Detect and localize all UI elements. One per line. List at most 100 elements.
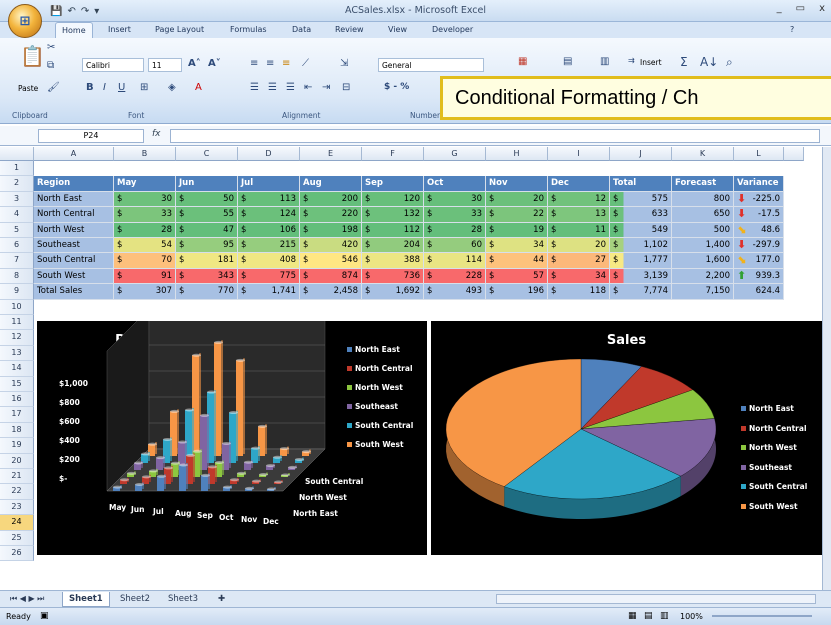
cell-styles-icon[interactable]: ▥ bbox=[600, 56, 609, 67]
increase-indent-icon[interactable]: ⇥ bbox=[322, 82, 330, 93]
total-cell[interactable]: $575 bbox=[610, 191, 672, 208]
close-button[interactable]: x bbox=[819, 3, 825, 14]
column-header[interactable]: E bbox=[300, 147, 362, 161]
column-header[interactable]: B bbox=[114, 147, 176, 161]
autosum-icon[interactable]: Σ bbox=[680, 55, 688, 69]
row-header[interactable]: 5 bbox=[0, 222, 34, 238]
column-header[interactable]: A bbox=[34, 147, 114, 161]
forecast-cell[interactable]: 500 bbox=[672, 222, 734, 238]
table-header-cell[interactable]: Sep bbox=[362, 176, 424, 192]
format-painter-icon[interactable]: 🖌 bbox=[47, 82, 60, 93]
align-left-icon[interactable]: ☰ bbox=[250, 82, 259, 93]
region-cell[interactable]: Southeast bbox=[34, 238, 114, 254]
column-header[interactable]: F bbox=[362, 147, 424, 161]
row-header[interactable]: 20 bbox=[0, 453, 34, 469]
forecast-cell[interactable]: 800 bbox=[672, 191, 734, 208]
office-button[interactable]: ⊞ bbox=[8, 4, 42, 38]
sort-filter-icon[interactable]: A↓ bbox=[700, 55, 718, 69]
horizontal-scrollbar[interactable] bbox=[496, 594, 816, 604]
data-cell[interactable]: $19 bbox=[486, 222, 548, 238]
sheet-tab-sheet2[interactable]: Sheet2 bbox=[114, 592, 156, 606]
maximize-button[interactable]: ▭ bbox=[796, 3, 805, 14]
sheet-tab-sheet3[interactable]: Sheet3 bbox=[162, 592, 204, 606]
data-cell[interactable]: $50 bbox=[176, 191, 238, 208]
table-header-cell[interactable]: Oct bbox=[424, 176, 486, 192]
table-header-cell[interactable]: Region bbox=[34, 176, 114, 192]
select-all-corner[interactable] bbox=[0, 147, 34, 161]
data-cell[interactable]: $118 bbox=[548, 284, 610, 300]
row-header[interactable]: 21 bbox=[0, 469, 34, 485]
data-cell[interactable]: $34 bbox=[486, 238, 548, 254]
data-cell[interactable]: $60 bbox=[424, 238, 486, 254]
view-page-layout-icon[interactable]: ▤ bbox=[644, 611, 653, 621]
borders-icon[interactable]: ⊞ bbox=[140, 82, 148, 93]
row-header[interactable]: 2 bbox=[0, 176, 34, 192]
data-cell[interactable]: $113 bbox=[238, 191, 300, 208]
data-cell[interactable]: $343 bbox=[176, 268, 238, 285]
data-cell[interactable]: $408 bbox=[238, 253, 300, 269]
data-cell[interactable]: $47 bbox=[176, 222, 238, 238]
row-header[interactable]: 11 bbox=[0, 315, 34, 331]
vertical-scrollbar[interactable] bbox=[822, 147, 831, 590]
data-cell[interactable]: $12 bbox=[548, 191, 610, 208]
data-cell[interactable]: $770 bbox=[176, 284, 238, 300]
zoom-level[interactable]: 100% bbox=[680, 612, 703, 621]
tab-formulas[interactable]: Formulas bbox=[230, 25, 267, 34]
font-name-select[interactable]: Calibri bbox=[82, 58, 144, 72]
name-box[interactable]: P24 bbox=[38, 129, 144, 143]
data-cell[interactable]: $70 bbox=[114, 253, 176, 269]
row-header[interactable]: 18 bbox=[0, 422, 34, 439]
variance-cell[interactable]: ⬇ -17.5 bbox=[734, 207, 784, 223]
total-cell[interactable]: $549 bbox=[610, 222, 672, 238]
data-cell[interactable]: $33 bbox=[424, 207, 486, 223]
decrease-indent-icon[interactable]: ⇤ bbox=[304, 82, 312, 93]
shrink-font-icon[interactable]: A˅ bbox=[208, 58, 221, 69]
row-header[interactable]: 26 bbox=[0, 546, 34, 562]
font-color-icon[interactable]: A bbox=[195, 82, 202, 93]
table-header-cell[interactable]: Total bbox=[610, 176, 672, 192]
performance-chart[interactable]: Performance North EastNorth CentralNorth… bbox=[37, 321, 427, 555]
row-header[interactable]: 4 bbox=[0, 207, 34, 223]
sales-pie-chart[interactable]: Sales North East North Central North West S… bbox=[431, 321, 822, 555]
row-header[interactable]: 8 bbox=[0, 268, 34, 285]
data-cell[interactable]: $124 bbox=[238, 207, 300, 223]
find-select-icon[interactable]: ⌕ bbox=[726, 55, 733, 70]
data-cell[interactable]: $22 bbox=[486, 207, 548, 223]
variance-cell[interactable]: ⬊ 177.0 bbox=[734, 253, 784, 269]
row-header[interactable]: 16 bbox=[0, 392, 34, 408]
region-cell[interactable]: South Central bbox=[34, 253, 114, 269]
tab-data[interactable]: Data bbox=[292, 25, 311, 34]
align-top-icon[interactable]: ≡ bbox=[250, 58, 258, 69]
variance-cell[interactable]: ⬇ -225.0 bbox=[734, 191, 784, 208]
view-normal-icon[interactable]: ▦ bbox=[628, 611, 637, 621]
paste-icon[interactable]: 📋 bbox=[20, 44, 45, 68]
region-cell[interactable]: North East bbox=[34, 191, 114, 208]
data-cell[interactable]: $1,741 bbox=[238, 284, 300, 300]
insert-sheet-icon[interactable]: ✚ bbox=[212, 592, 231, 606]
tab-developer[interactable]: Developer bbox=[432, 25, 473, 34]
column-header[interactable]: J bbox=[610, 147, 672, 161]
table-header-cell[interactable]: Jul bbox=[238, 176, 300, 192]
data-cell[interactable]: $54 bbox=[114, 238, 176, 254]
data-cell[interactable]: $220 bbox=[300, 207, 362, 223]
row-header[interactable]: 14 bbox=[0, 361, 34, 377]
underline-icon[interactable]: U bbox=[118, 82, 125, 93]
help-icon[interactable]: ? bbox=[790, 25, 794, 34]
row-header[interactable]: 17 bbox=[0, 407, 34, 423]
cut-icon[interactable]: ✂ bbox=[47, 42, 55, 53]
data-cell[interactable]: $33 bbox=[114, 207, 176, 223]
data-cell[interactable]: $57 bbox=[486, 268, 548, 285]
row-header[interactable]: 13 bbox=[0, 345, 34, 362]
data-cell[interactable]: $2,458 bbox=[300, 284, 362, 300]
data-cell[interactable]: $196 bbox=[486, 284, 548, 300]
column-header[interactable]: L bbox=[734, 147, 784, 161]
table-header-cell[interactable]: Variance bbox=[734, 176, 784, 192]
data-cell[interactable]: $215 bbox=[238, 238, 300, 254]
total-cell[interactable]: $3,139 bbox=[610, 268, 672, 285]
conditional-formatting-icon[interactable]: ▦ bbox=[518, 56, 527, 67]
data-cell[interactable]: $13 bbox=[548, 207, 610, 223]
insert-function-icon[interactable]: fx bbox=[152, 129, 161, 139]
row-header[interactable]: 22 bbox=[0, 484, 34, 500]
data-cell[interactable]: $204 bbox=[362, 238, 424, 254]
data-cell[interactable]: $30 bbox=[114, 191, 176, 208]
